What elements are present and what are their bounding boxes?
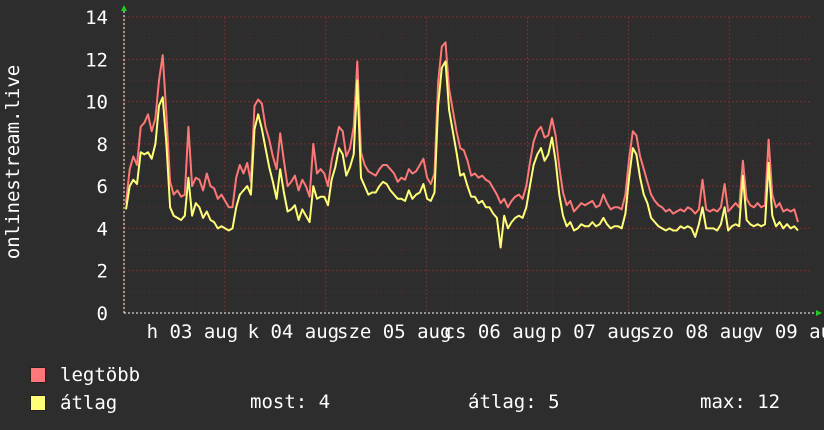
stat-now: most: 4 bbox=[250, 391, 331, 413]
x-tick-label: sze 05 aug bbox=[337, 321, 451, 343]
x-axis-arrow-icon bbox=[816, 310, 822, 316]
x-tick-label: v 09 aug bbox=[752, 321, 824, 343]
y-tick-label: 6 bbox=[97, 176, 108, 198]
legend-swatch-atlag bbox=[30, 395, 46, 411]
legend-label-legtobb: legtöbb bbox=[60, 364, 141, 386]
x-tick-label: cs 06 aug bbox=[444, 321, 547, 343]
y-tick-label: 8 bbox=[97, 134, 108, 156]
x-tick-label: szo 08 aug bbox=[640, 321, 754, 343]
y-tick-label: 2 bbox=[97, 261, 108, 283]
y-axis-label: onlinestream.live bbox=[2, 64, 24, 260]
stat-average: átlag: 5 bbox=[468, 391, 560, 413]
stat-max: max: 12 bbox=[700, 391, 781, 413]
x-tick-label: p 07 aug bbox=[550, 321, 642, 343]
plot-area bbox=[124, 17, 810, 313]
x-tick-label: k 04 aug bbox=[248, 321, 340, 343]
legend-item-legtobb: legtöbb bbox=[30, 363, 140, 387]
legend-item-atlag: átlag bbox=[30, 391, 117, 415]
y-tick-label: 0 bbox=[97, 303, 108, 325]
legend-swatch-legtobb bbox=[30, 367, 46, 383]
y-tick-label: 14 bbox=[85, 7, 108, 29]
y-tick-label: 12 bbox=[85, 49, 108, 71]
y-axis-arrow-icon bbox=[121, 5, 127, 11]
legend-label-atlag: átlag bbox=[60, 392, 118, 414]
y-tick-label: 10 bbox=[85, 92, 108, 114]
y-tick-label: 4 bbox=[97, 218, 108, 240]
x-tick-label: h 03 aug bbox=[147, 321, 239, 343]
